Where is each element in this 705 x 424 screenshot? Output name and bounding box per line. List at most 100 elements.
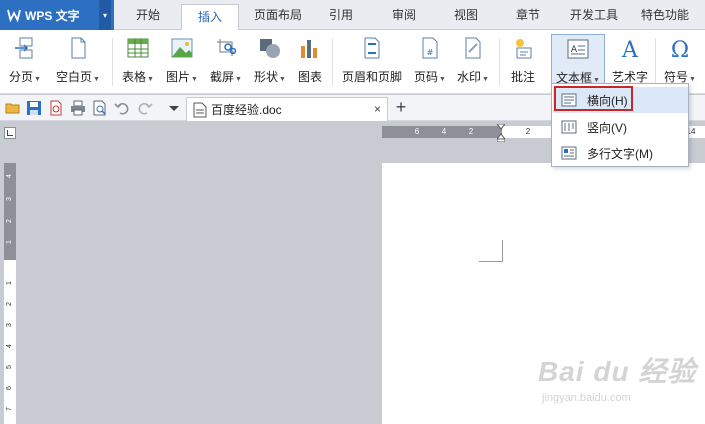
- header-footer-button[interactable]: 页眉和页脚: [338, 34, 406, 90]
- watermark-label: 水印: [457, 70, 482, 84]
- vertical-textbox-icon: [561, 120, 577, 134]
- ruler-tick: 1: [6, 240, 13, 244]
- picture-icon: [171, 38, 193, 58]
- ruler-tick: 2: [6, 219, 13, 223]
- shapes-button[interactable]: 形状▼: [249, 34, 291, 90]
- textbox-icon: A: [567, 39, 589, 59]
- wordart-label: 艺术字: [611, 70, 648, 84]
- picture-button[interactable]: 图片▼: [162, 34, 202, 90]
- ruler-tick: 4: [6, 344, 13, 348]
- app-name: WPS 文字: [25, 8, 80, 23]
- multiline-textbox-icon: [561, 146, 577, 160]
- shapes-label: 形状: [254, 70, 279, 84]
- table-label: 表格: [122, 70, 147, 84]
- watermark-dropdown-icon: ▼: [482, 76, 489, 83]
- blank-page-icon: [71, 37, 86, 59]
- wordart-button[interactable]: A 艺术字: [609, 34, 651, 90]
- tab-review[interactable]: 审阅: [380, 0, 428, 30]
- chart-label: 图表: [297, 70, 322, 84]
- ruler-tab-selector[interactable]: [4, 127, 16, 139]
- header-footer-icon: [364, 37, 380, 59]
- tab-developer[interactable]: 开发工具: [562, 0, 626, 30]
- menu-bar: WPS 文字 ▾ 开始 插入 页面布局 引用 审阅 视图 章节 开发工具 特色功…: [0, 0, 705, 31]
- new-tab-button[interactable]: +: [393, 97, 409, 117]
- menu-item-multiline[interactable]: 多行文字(M): [553, 140, 688, 166]
- print-icon[interactable]: [70, 100, 86, 116]
- ruler-tick: 6: [414, 127, 420, 136]
- comment-button[interactable]: 批注: [505, 34, 541, 90]
- tab-chapter[interactable]: 章节: [503, 0, 553, 30]
- ribbon-separator: [655, 38, 656, 86]
- print-preview-icon[interactable]: [92, 100, 108, 116]
- symbol-button[interactable]: Ω 符号▼: [660, 34, 700, 90]
- table-button[interactable]: 表格▼: [117, 34, 159, 90]
- shapes-dropdown-icon: ▼: [279, 76, 286, 83]
- chart-button[interactable]: 图表: [294, 34, 326, 90]
- ribbon-separator: [332, 38, 333, 86]
- app-menu-dropdown-icon[interactable]: ▾: [99, 0, 111, 30]
- watermark-button[interactable]: 水印▼: [453, 34, 493, 90]
- tab-start[interactable]: 开始: [123, 0, 173, 30]
- ruler-tick: 2: [468, 127, 474, 136]
- menu-item-multiline-label: 多行文字(M): [587, 146, 653, 161]
- page-number-button[interactable]: # 页码▼: [409, 34, 451, 90]
- blank-page-dropdown-icon: ▼: [93, 76, 100, 83]
- comment-label: 批注: [510, 70, 535, 84]
- customize-toolbar-dropdown-icon[interactable]: [166, 100, 182, 116]
- tab-view[interactable]: 视图: [441, 0, 491, 30]
- watermark-brand: Bai du 经验: [538, 356, 697, 387]
- vertical-ruler[interactable]: 4 3 2 1 1 2 3 4 5 6 7: [4, 163, 16, 424]
- document-tab[interactable]: 百度经验.doc ×: [186, 97, 388, 121]
- screenshot-label: 截屏: [210, 70, 235, 84]
- redo-icon[interactable]: [137, 100, 153, 116]
- ruler-tick: 2: [525, 127, 531, 136]
- close-tab-icon[interactable]: ×: [374, 102, 381, 116]
- open-folder-icon[interactable]: [5, 100, 21, 116]
- screenshot-dropdown-icon: ▼: [235, 76, 242, 83]
- blank-page-button[interactable]: 空白页▼: [50, 34, 106, 90]
- highlight-box: [554, 86, 633, 111]
- table-icon: [127, 38, 149, 58]
- svg-text:A: A: [621, 38, 639, 60]
- page-number-icon: #: [422, 37, 438, 59]
- svg-text:#: #: [427, 48, 434, 57]
- textbox-button[interactable]: A 文本框▼: [551, 34, 605, 90]
- screenshot-button[interactable]: 截屏▼: [206, 34, 246, 90]
- indent-marker-icon[interactable]: [497, 124, 505, 142]
- omega-symbol-icon: Ω: [671, 38, 689, 60]
- page-break-label: 分页: [9, 70, 34, 84]
- menu-item-vertical-label: 竖向(V): [587, 120, 627, 135]
- baidu-jingyan-watermark: Bai du 经验 jingyan.baidu.com: [538, 350, 698, 410]
- wps-logo-icon: [7, 9, 21, 22]
- ruler-tick: 1: [6, 281, 13, 285]
- symbol-label: 符号: [664, 70, 689, 84]
- tab-references[interactable]: 引用: [318, 0, 364, 30]
- page-margin-corner-mark: [479, 240, 503, 262]
- menu-item-vertical[interactable]: 竖向(V): [553, 114, 688, 140]
- tab-page-layout[interactable]: 页面布局: [245, 0, 311, 30]
- blank-page-label: 空白页: [56, 70, 93, 84]
- document-tab-name: 百度经验.doc: [211, 103, 282, 117]
- page-break-button[interactable]: 分页▼: [4, 34, 46, 90]
- tab-special-features[interactable]: 特色功能: [634, 0, 696, 30]
- ruler-tick: 3: [6, 197, 13, 201]
- page-break-icon: [15, 37, 33, 59]
- page-number-dropdown-icon: ▼: [439, 76, 446, 83]
- wordart-icon: A: [621, 38, 639, 60]
- watermark-icon: [465, 37, 481, 59]
- ruler-tick: 4: [6, 174, 13, 178]
- comment-icon: [516, 39, 532, 59]
- undo-icon[interactable]: [114, 100, 130, 116]
- ruler-tick: 5: [6, 365, 13, 369]
- tab-insert[interactable]: 插入: [181, 4, 239, 31]
- svg-text:Ω: Ω: [671, 38, 689, 60]
- app-menu-button[interactable]: WPS 文字 ▾: [0, 0, 114, 30]
- shapes-icon: [260, 39, 280, 58]
- ruler-tick: 4: [441, 127, 447, 136]
- save-icon[interactable]: [26, 100, 42, 116]
- ruler-tick: 3: [6, 323, 13, 327]
- ruler-tick: 6: [6, 386, 13, 390]
- picture-label: 图片: [166, 70, 191, 84]
- export-pdf-icon[interactable]: [48, 100, 64, 116]
- screenshot-scissors-icon: [217, 39, 237, 56]
